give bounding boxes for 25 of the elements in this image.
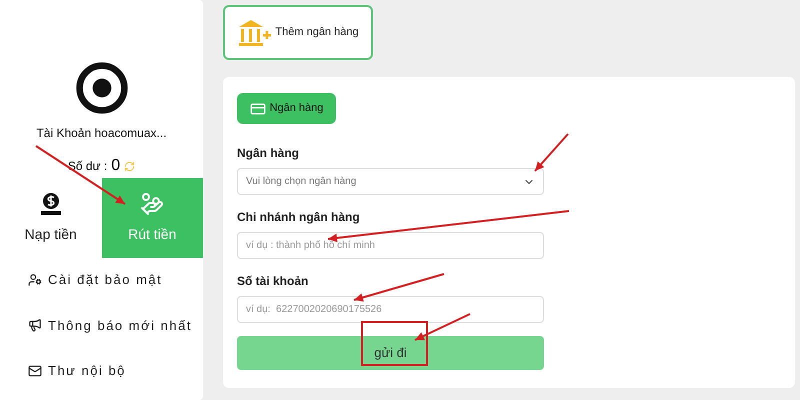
menu-link[interactable]: Cài đặt bảo mật bbox=[48, 270, 162, 290]
money-bag-icon bbox=[40, 192, 62, 216]
bank-select[interactable]: Vui lòng chọn ngân hàng bbox=[237, 168, 544, 195]
account-name: Tài Khoản hoacomuax... bbox=[36, 125, 167, 142]
field-label: Ngân hàng bbox=[237, 145, 299, 162]
input-field[interactable]: ví dụ : thành phố hồ chí minh bbox=[237, 232, 544, 259]
balance-value: 0 bbox=[111, 156, 120, 176]
chip-label: Ngân hàng bbox=[270, 101, 324, 116]
input-field[interactable]: ví dụ: 6227002020690175526 bbox=[237, 296, 544, 323]
envelope-icon bbox=[28, 364, 42, 378]
submit-button[interactable]: gửi đi bbox=[237, 336, 544, 370]
annotation-arrow bbox=[534, 133, 569, 172]
user-gear-icon bbox=[28, 272, 42, 287]
field-label: Số tài khoản bbox=[237, 273, 308, 290]
bank-plus-icon bbox=[237, 18, 272, 48]
refresh-icon[interactable] bbox=[124, 160, 136, 172]
card-icon bbox=[250, 100, 266, 116]
menu-link[interactable]: Thư nội bộ bbox=[48, 361, 126, 380]
menu-link[interactable]: Thông báo mới nhất bbox=[48, 316, 192, 335]
annotation-arrow bbox=[414, 313, 470, 341]
field-label: Chi nhánh ngân hàng bbox=[237, 209, 360, 226]
highlight-frame bbox=[361, 321, 428, 366]
hand-coin-icon bbox=[140, 192, 164, 216]
megaphone-icon bbox=[28, 318, 42, 332]
add-bank-button[interactable]: Thêm ngân hàng bbox=[223, 5, 373, 60]
